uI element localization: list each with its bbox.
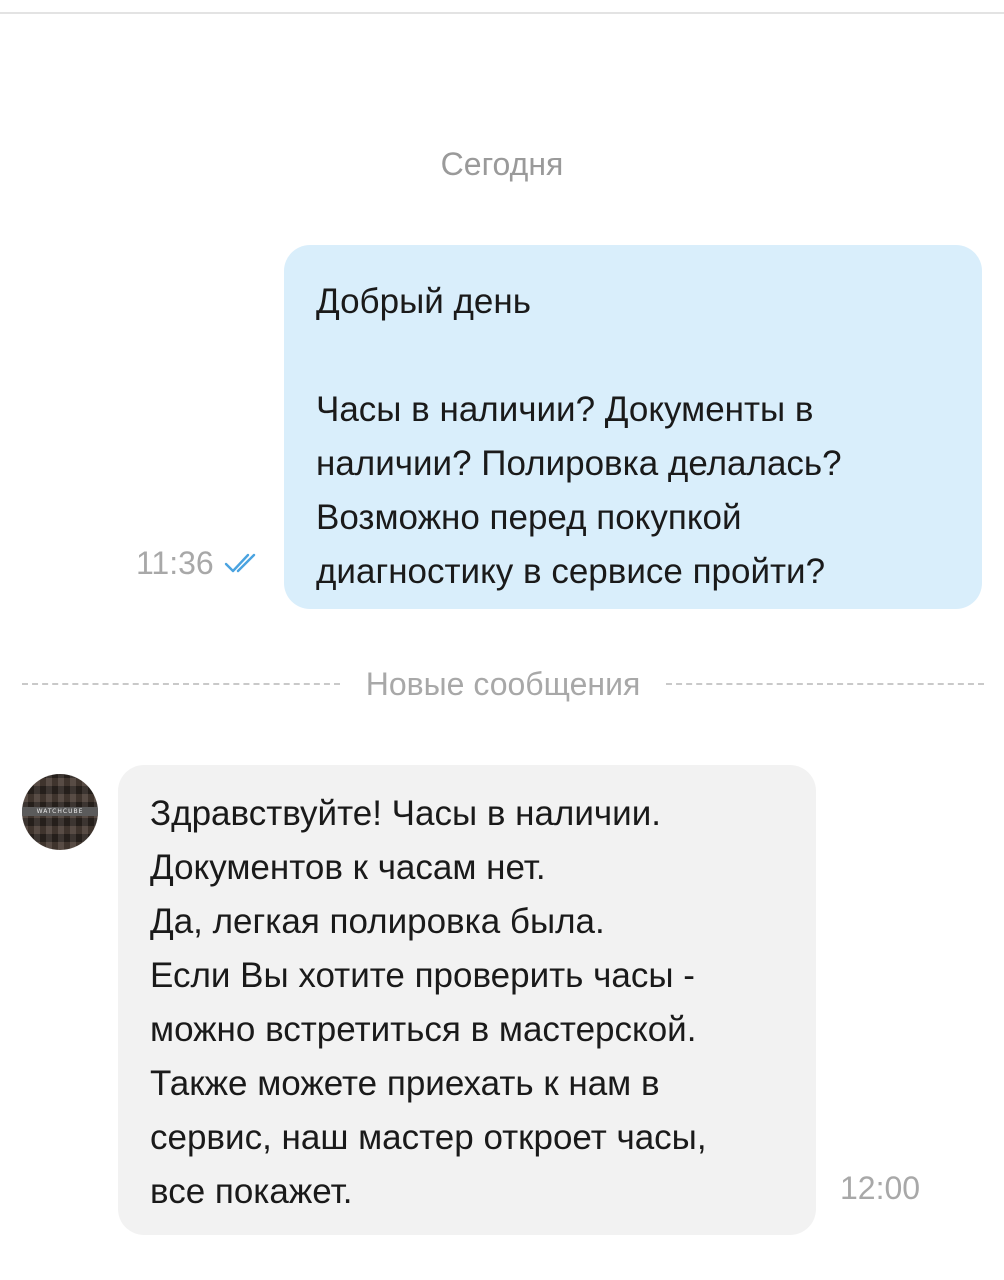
divider-dash-left <box>22 683 340 685</box>
message-line: Часы в наличии? Документы в <box>316 390 814 429</box>
avatar-logo-text: WATCHCUBE <box>22 807 98 816</box>
message-line: Если Вы хотите проверить часы - <box>150 956 695 995</box>
message-line: Документов к часам нет. <box>150 848 546 887</box>
date-separator: Сегодня <box>440 146 564 182</box>
message-line: все покажет. <box>150 1172 353 1211</box>
new-messages-label: Новые сообщения <box>365 665 641 702</box>
message-timestamp: 12:00 <box>840 1170 921 1206</box>
new-messages-divider: Новые сообщения <box>22 662 985 706</box>
message-timestamp: 11:36 <box>136 544 214 581</box>
message-line: можно встретиться в мастерской. <box>150 1010 697 1049</box>
double-check-icon <box>224 551 264 575</box>
outgoing-message-meta: 11:36 <box>136 540 264 586</box>
divider-dash-right <box>666 683 985 685</box>
message-line: Добрый день <box>316 282 531 321</box>
top-divider <box>0 12 1004 14</box>
sender-avatar[interactable]: WATCHCUBE <box>22 774 98 850</box>
message-line: наличии? Полировка делалась? <box>316 444 842 483</box>
message-line: Да, легкая полировка была. <box>150 902 605 941</box>
message-line: Возможно перед покупкой <box>316 498 742 537</box>
message-line: Также можете приехать к нам в <box>150 1064 660 1103</box>
message-line: диагностику в сервисе пройти? <box>316 552 826 591</box>
incoming-message-bubble[interactable]: Здравствуйте! Часы в наличии. Документов… <box>118 765 816 1235</box>
message-line: Здравствуйте! Часы в наличии. <box>150 794 661 833</box>
message-line: сервис, наш мастер откроет часы, <box>150 1118 707 1157</box>
outgoing-message-bubble[interactable]: Добрый день Часы в наличии? Документы в … <box>284 245 982 609</box>
